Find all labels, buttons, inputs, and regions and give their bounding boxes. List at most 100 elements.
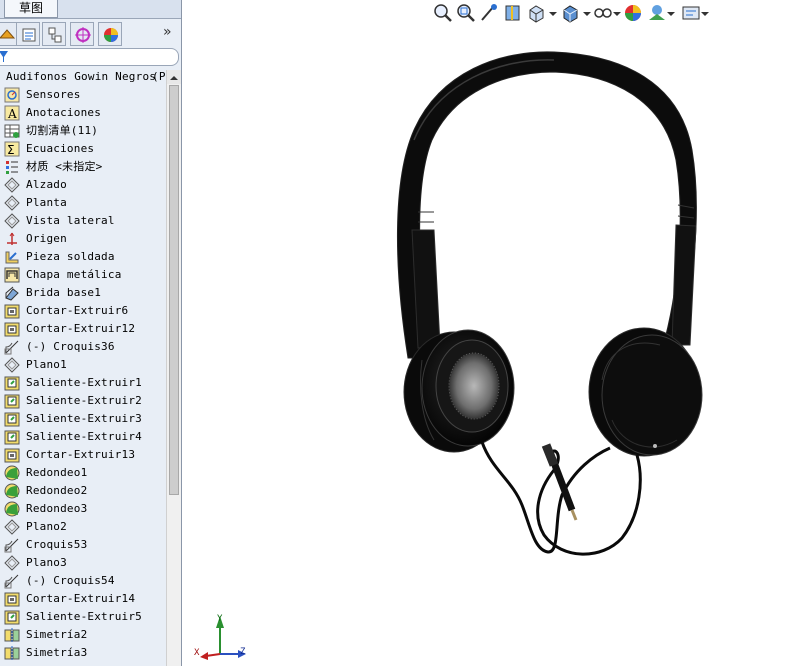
tree-item[interactable]: Cortar-Extruir13 xyxy=(0,446,166,464)
tree-item[interactable]: (-) Croquis36 xyxy=(0,338,166,356)
tree-item[interactable]: Croquis53 xyxy=(0,536,166,554)
graphics-area[interactable]: Y X Z xyxy=(182,0,801,666)
display-style-icon[interactable] xyxy=(560,2,582,24)
tree-item-label: Origen xyxy=(26,232,67,245)
tree-item[interactable]: Plano2 xyxy=(0,518,166,536)
tree-item[interactable]: Plano1 xyxy=(0,356,166,374)
tree-item-label: Sensores xyxy=(26,88,81,101)
display-manager-icon xyxy=(104,28,118,42)
tree-item[interactable]: Cortar-Extruir14 xyxy=(0,590,166,608)
tree-item[interactable]: (-) Croquis54 xyxy=(0,572,166,590)
edit-appearance-icon[interactable] xyxy=(622,2,644,24)
tree-item[interactable]: Saliente-Extruir2 xyxy=(0,392,166,410)
mirror-icon xyxy=(4,646,20,661)
tree-item-label: Croquis53 xyxy=(26,538,88,551)
view-orientation-icon[interactable] xyxy=(526,2,548,24)
tree-scrollbar[interactable] xyxy=(166,70,181,666)
base-flange-icon xyxy=(5,286,19,301)
tree-item-label: Cortar-Extruir6 xyxy=(26,304,129,317)
tree-item-label: (-) Croquis54 xyxy=(26,574,115,587)
headphones-model xyxy=(200,51,703,660)
filter-funnel-icon xyxy=(0,51,8,62)
tree-item[interactable]: Cortar-Extruir6 xyxy=(0,302,166,320)
tree-item[interactable]: Origen xyxy=(0,230,166,248)
plane-icon xyxy=(4,195,20,211)
tree-item[interactable]: Saliente-Extruir5 xyxy=(0,608,166,626)
tree-item[interactable]: Simetría3 xyxy=(0,644,166,662)
tree-item[interactable]: Planta xyxy=(0,194,166,212)
featuremanager-icon xyxy=(0,29,16,39)
tree-item[interactable]: Redondeo3 xyxy=(0,500,166,518)
sensor-icon xyxy=(4,87,20,103)
tree-item[interactable]: Cortar-Extruir12 xyxy=(0,320,166,338)
scroll-up-arrow-icon[interactable] xyxy=(167,70,181,84)
tree-item[interactable]: Vista lateral xyxy=(0,212,166,230)
equation-icon: Σ xyxy=(4,141,20,157)
command-tab-bar: 草图 xyxy=(0,0,181,19)
tree-item[interactable]: Saliente-Extruir4 xyxy=(0,428,166,446)
apply-scene-icon[interactable] xyxy=(646,2,668,24)
hide-show-items-icon[interactable] xyxy=(592,2,614,24)
sketch-icon xyxy=(4,340,19,355)
tree-item-label: Chapa metálica xyxy=(26,268,122,281)
section-view-icon[interactable] xyxy=(502,2,524,24)
tree-item[interactable]: Chapa metálica xyxy=(0,266,166,284)
tree-item[interactable]: Alzado xyxy=(0,176,166,194)
tree-item[interactable]: Redondeo1 xyxy=(0,464,166,482)
tab-display-manager[interactable] xyxy=(98,22,122,46)
tree-item-label: Saliente-Extruir3 xyxy=(26,412,142,425)
dropdown-arrow-icon[interactable] xyxy=(700,2,722,24)
previous-view-icon[interactable] xyxy=(478,2,500,24)
tree-item[interactable]: A Anotaciones xyxy=(0,104,166,122)
view-settings-icon[interactable] xyxy=(680,2,702,24)
tree-item-label: Cortar-Extruir12 xyxy=(26,322,136,335)
cut-list-icon xyxy=(4,124,20,138)
more-tabs-chevron-icon[interactable]: » xyxy=(163,24,172,40)
weldment-icon xyxy=(5,251,19,264)
zoom-to-area-icon[interactable] xyxy=(455,2,477,24)
tree-item[interactable]: Saliente-Extruir1 xyxy=(0,374,166,392)
tree-filter-field[interactable] xyxy=(0,48,179,66)
tree-item[interactable]: 切割清单(11) xyxy=(0,122,166,140)
tree-item-label: Alzado xyxy=(26,178,67,191)
tree-item[interactable]: Brida base1 xyxy=(0,284,166,302)
tree-item[interactable]: Simetría2 xyxy=(0,626,166,644)
scrollbar-thumb[interactable] xyxy=(169,85,179,495)
tab-sketch[interactable]: 草图 xyxy=(4,0,58,18)
tree-item-label: Simetría2 xyxy=(26,628,88,641)
plane-icon xyxy=(4,213,20,229)
cut-extrude-icon xyxy=(4,304,20,319)
tree-item[interactable]: Plano3 xyxy=(0,554,166,572)
heads-up-view-toolbar xyxy=(432,2,722,24)
zoom-to-fit-icon[interactable] xyxy=(432,2,454,24)
tab-propertymanager[interactable] xyxy=(16,22,40,46)
boss-extrude-icon xyxy=(4,376,20,391)
cut-extrude-icon xyxy=(4,448,20,463)
tree-item[interactable]: Σ Ecuaciones xyxy=(0,140,166,158)
tree-item[interactable]: Sensores xyxy=(0,86,166,104)
manager-tabs: » xyxy=(0,22,181,46)
tree-item-label: Redondeo3 xyxy=(26,502,88,515)
cut-extrude-icon xyxy=(4,592,20,607)
tree-item-label: Saliente-Extruir5 xyxy=(26,610,142,623)
fillet-icon xyxy=(4,501,20,517)
tree-item[interactable]: 材质 <未指定> xyxy=(0,158,166,176)
tab-dimxpert[interactable] xyxy=(70,22,94,46)
cut-extrude-icon xyxy=(4,322,20,337)
tree-item-label: Cortar-Extruir13 xyxy=(26,448,136,461)
tree-root-item[interactable]: Audifonos Gowin Negros (P: xyxy=(0,68,172,86)
plane-icon xyxy=(4,555,20,571)
tab-configurationmanager[interactable] xyxy=(42,22,66,46)
tree-item[interactable]: Saliente-Extruir3 xyxy=(0,410,166,428)
plane-icon xyxy=(4,177,20,193)
tree-item-label: Brida base1 xyxy=(26,286,102,299)
boss-extrude-icon xyxy=(4,412,20,427)
tree-item-label: Saliente-Extruir2 xyxy=(26,394,142,407)
tree-item-label: Plano3 xyxy=(26,556,67,569)
tree-item-label: Saliente-Extruir4 xyxy=(26,430,142,443)
tree-item-label: Ecuaciones xyxy=(26,142,95,155)
tree-item[interactable]: Redondeo2 xyxy=(0,482,166,500)
tree-item[interactable]: Pieza soldada xyxy=(0,248,166,266)
configurationmanager-icon xyxy=(48,27,62,43)
plane-icon xyxy=(4,519,20,535)
